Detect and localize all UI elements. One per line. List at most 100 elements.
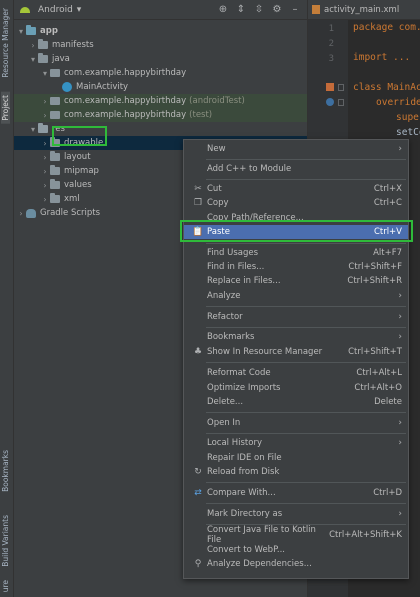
menu-shortcut: Ctrl+C (373, 198, 402, 208)
menu-item-analyze-dependencies[interactable]: ⚲ Analyze Dependencies... (184, 557, 408, 571)
menu-item-label: Convert Java File to Kotlin File (207, 525, 316, 545)
tree-item-package[interactable]: ▾ com.example.happybirthday (14, 66, 307, 80)
menu-item-repair-ide[interactable]: Repair IDE on File (184, 451, 408, 465)
menu-item-find-usages[interactable]: Find Usages Alt+F7 (184, 246, 408, 260)
package-icon (50, 111, 60, 119)
menu-shortcut: Ctrl+D (373, 488, 402, 498)
menu-shortcut: Ctrl+X (373, 184, 402, 194)
view-selector[interactable]: Android ▾ (20, 5, 81, 15)
tree-item-package-androidtest[interactable]: › com.example.happybirthday (androidTest… (14, 94, 307, 108)
menu-separator (206, 433, 406, 434)
menu-shortcut: Ctrl+Shift+F (348, 262, 402, 272)
menu-item-copy[interactable]: ❐ Copy Ctrl+C (184, 196, 408, 210)
bookmarks-tab[interactable]: Bookmarks (1, 450, 10, 492)
menu-item-replace-in-files[interactable]: Replace in Files... Ctrl+Shift+R (184, 274, 408, 288)
chevron-right-icon: › (398, 438, 402, 448)
menu-item-label: Compare With... (207, 488, 276, 498)
menu-item-label: Find Usages (207, 248, 259, 258)
chevron-down-icon[interactable]: ▾ (28, 125, 38, 134)
menu-item-convert-webp[interactable]: Convert to WebP... (184, 543, 408, 557)
code-text: package com. (353, 22, 420, 33)
expand-all-icon[interactable]: ⇕ (235, 3, 247, 15)
override-gutter-icon[interactable] (326, 98, 334, 106)
tree-item-suffix: (androidTest) (189, 96, 245, 106)
left-tool-strip: Resource Manager Project Bookmarks Build… (0, 0, 14, 597)
chevron-down-icon[interactable]: ▾ (40, 69, 50, 78)
menu-item-analyze[interactable]: Analyze › (184, 289, 408, 303)
chevron-right-icon[interactable]: › (40, 97, 50, 106)
chevron-down-icon[interactable]: ▾ (16, 27, 26, 36)
line-number: 2 (328, 39, 334, 49)
menu-item-compare-with[interactable]: ⇄ Compare With... Ctrl+D (184, 486, 408, 500)
menu-item-new[interactable]: New › (184, 142, 408, 156)
menu-item-label: Local History (207, 438, 262, 448)
collapse-all-icon[interactable]: ⇳ (253, 3, 265, 15)
chevron-right-icon: › (398, 509, 402, 519)
menu-item-label: Analyze Dependencies... (207, 559, 312, 569)
structure-tab[interactable]: ure (1, 580, 10, 592)
chevron-right-icon[interactable]: › (40, 111, 50, 120)
menu-item-mark-directory-as[interactable]: Mark Directory as › (184, 507, 408, 521)
chevron-right-icon[interactable]: › (40, 139, 50, 148)
chevron-right-icon[interactable]: › (40, 181, 50, 190)
tree-item-app[interactable]: ▾ app (14, 24, 307, 38)
menu-separator (206, 327, 406, 328)
chevron-right-icon[interactable]: › (40, 153, 50, 162)
analyze-dependencies-icon: ⚲ (194, 559, 202, 569)
menu-item-reformat-code[interactable]: Reformat Code Ctrl+Alt+L (184, 366, 408, 380)
view-selector-label: Android (38, 4, 73, 15)
tree-item-manifests[interactable]: › manifests (14, 38, 307, 52)
menu-item-reload-from-disk[interactable]: ↻ Reload from Disk (184, 465, 408, 479)
line-number: 3 (328, 54, 334, 64)
resource-manager-icon: ♣ (193, 347, 203, 357)
code-line: package com. (353, 22, 420, 33)
menu-item-label: Optimize Imports (207, 383, 281, 393)
chevron-right-icon[interactable]: › (40, 195, 50, 204)
fold-icon[interactable] (338, 84, 344, 91)
menu-item-label: Delete... (207, 397, 244, 407)
tree-item-label: layout (64, 152, 91, 162)
resource-manager-tab[interactable]: Resource Manager (1, 8, 10, 78)
package-icon (50, 69, 60, 77)
menu-item-label: Copy (207, 198, 229, 208)
editor-tab[interactable]: activity_main.xml (308, 0, 420, 20)
tree-item-label: mipmap (64, 166, 99, 176)
chevron-right-icon[interactable]: › (40, 167, 50, 176)
hide-icon[interactable]: – (289, 3, 301, 15)
project-tab[interactable]: Project (1, 92, 10, 124)
locate-icon[interactable]: ⊕ (217, 3, 229, 15)
tree-item-java[interactable]: ▾ java (14, 52, 307, 66)
menu-item-open-in[interactable]: Open In › (184, 416, 408, 430)
menu-separator (206, 412, 406, 413)
menu-item-add-cpp[interactable]: Add C++ to Module (184, 162, 408, 176)
code-text: override (376, 97, 420, 108)
menu-item-bookmarks[interactable]: Bookmarks › (184, 330, 408, 344)
menu-separator (206, 482, 406, 483)
chevron-right-icon: › (398, 312, 402, 322)
menu-separator (206, 306, 406, 307)
code-line: override (376, 97, 420, 108)
menu-shortcut: Delete (374, 397, 402, 407)
menu-item-find-in-files[interactable]: Find in Files... Ctrl+Shift+F (184, 260, 408, 274)
code-line: super (396, 112, 420, 123)
chevron-right-icon[interactable]: › (28, 41, 38, 50)
gear-icon[interactable]: ⚙ (271, 3, 283, 15)
tree-item-mainactivity[interactable]: MainActivity (14, 80, 307, 94)
menu-item-cut[interactable]: ✂ Cut Ctrl+X (184, 182, 408, 196)
chevron-down-icon[interactable]: ▾ (28, 55, 38, 64)
chevron-right-icon: › (398, 332, 402, 342)
menu-item-refactor[interactable]: Refactor › (184, 310, 408, 324)
build-variants-tab[interactable]: Build Variants (1, 515, 10, 567)
menu-item-convert-java-kotlin[interactable]: Convert Java File to Kotlin File Ctrl+Al… (184, 525, 408, 545)
menu-item-delete[interactable]: Delete... Delete (184, 395, 408, 409)
folder-icon (50, 179, 60, 189)
menu-item-show-resource-manager[interactable]: ♣ Show In Resource Manager Ctrl+Shift+T (184, 345, 408, 359)
run-gutter-icon[interactable] (326, 83, 334, 91)
fold-icon[interactable] (338, 99, 344, 106)
menu-item-optimize-imports[interactable]: Optimize Imports Ctrl+Alt+O (184, 381, 408, 395)
chevron-right-icon[interactable]: › (16, 209, 26, 218)
line-number: 1 (328, 24, 334, 34)
menu-item-local-history[interactable]: Local History › (184, 436, 408, 450)
tree-item-package-test[interactable]: › com.example.happybirthday (test) (14, 108, 307, 122)
chevron-down-icon: ▾ (76, 4, 82, 15)
